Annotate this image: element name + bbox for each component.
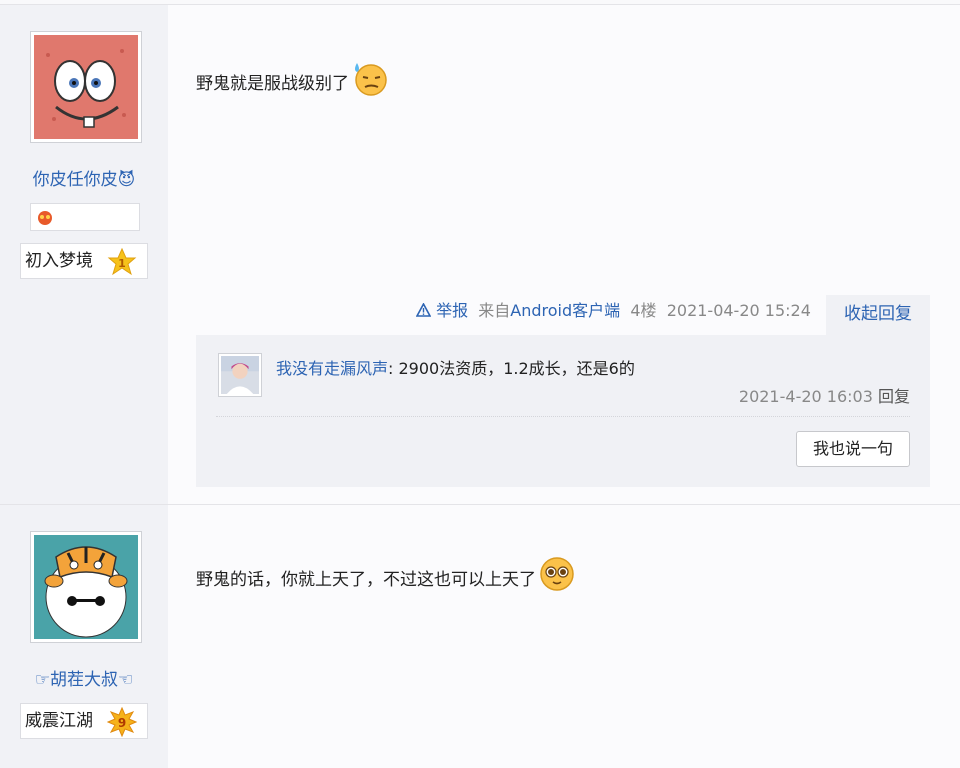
star-level-icon: 9 <box>107 707 137 737</box>
post-floor-4: 你皮任你皮😈 初入梦境 1 野鬼就是服战级别了 举报 来自Android客户端 … <box>0 4 960 504</box>
hopeful-emoji-icon <box>540 557 574 591</box>
level-name: 初入梦境 <box>25 251 93 271</box>
reply-username-link[interactable]: 我没有走漏风声 <box>276 359 388 378</box>
reply-text: : 2900法资质，1.2成长，还是6的 <box>388 359 635 378</box>
reply-time: 2021-4-20 16:03 <box>738 387 873 406</box>
post-content: 野鬼就是服战级别了 <box>196 59 389 97</box>
post-text: 野鬼的话，你就上天了，不过这也可以上天了 <box>196 570 536 590</box>
username-link[interactable]: ☞胡茬大叔☜ <box>0 665 168 690</box>
level-number: 9 <box>118 716 126 730</box>
post-content: 野鬼的话，你就上天了，不过这也可以上天了 <box>196 555 576 593</box>
reply-to-button[interactable]: 回复 <box>878 387 910 406</box>
reply-divider <box>216 416 910 417</box>
reply-user-avatar-icon <box>221 356 259 394</box>
user-level[interactable]: 初入梦境 1 <box>20 243 148 279</box>
post-time: 2021-04-20 15:24 <box>666 301 811 320</box>
patrick-avatar-icon <box>34 35 138 139</box>
post-floor-5: ☞胡茬大叔☜ 威震江湖 9 野鬼的话，你就上天了，不过这也可以上天了 <box>0 504 960 768</box>
post-meta: 举报 来自Android客户端 4楼 2021-04-20 15:24 <box>415 297 811 321</box>
source-client-link[interactable]: Android客户端 <box>510 301 620 320</box>
source-prefix: 来自 <box>478 301 511 320</box>
collapse-replies-button[interactable]: 收起回复 <box>826 295 930 335</box>
say-something-button[interactable]: 我也说一句 <box>796 431 910 467</box>
sweat-emoji-icon <box>355 63 387 96</box>
warning-icon <box>415 302 432 317</box>
user-sidebar: ☞胡茬大叔☜ 威震江湖 9 <box>0 505 168 768</box>
post-text: 野鬼就是服战级别了 <box>196 74 349 94</box>
floor-number: 4楼 <box>630 301 657 320</box>
badge-icon <box>38 211 52 225</box>
reply-section: 我没有走漏风声: 2900法资质，1.2成长，还是6的 2021-4-20 16… <box>196 335 930 487</box>
report-link[interactable]: 举报 <box>415 301 468 320</box>
username-link[interactable]: 你皮任你皮😈 <box>0 165 168 190</box>
user-level[interactable]: 威震江湖 9 <box>20 703 148 739</box>
star-level-icon: 1 <box>107 247 137 276</box>
post-main <box>168 505 960 768</box>
level-number: 1 <box>118 257 126 270</box>
tiger-baymax-avatar-icon <box>34 535 138 639</box>
avatar[interactable] <box>30 31 142 143</box>
reply-meta: 2021-4-20 16:03 回复 <box>739 383 910 407</box>
reply-avatar[interactable] <box>218 353 262 397</box>
reply-item: 我没有走漏风声: 2900法资质，1.2成长，还是6的 <box>276 355 635 379</box>
avatar[interactable] <box>30 531 142 643</box>
user-badge[interactable] <box>30 203 140 231</box>
level-name: 威震江湖 <box>25 711 93 731</box>
user-sidebar: 你皮任你皮😈 初入梦境 1 <box>0 5 168 504</box>
